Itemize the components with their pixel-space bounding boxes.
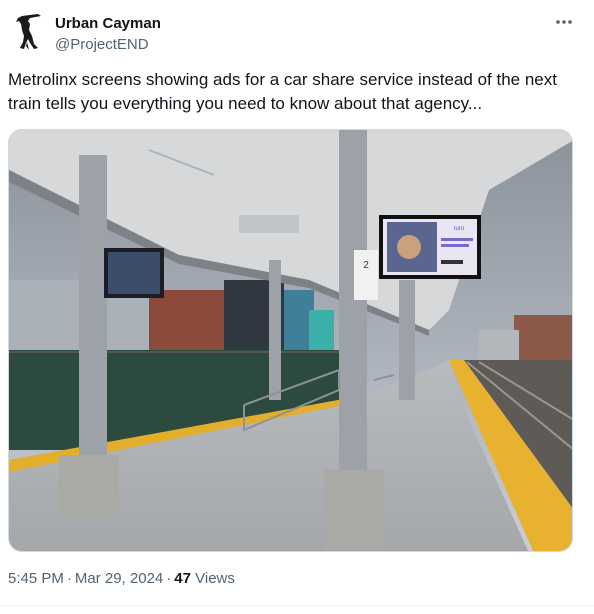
author-handle[interactable]: @ProjectEND (55, 36, 149, 53)
platform-sign-label: 2 (363, 260, 369, 271)
author-avatar[interactable] (8, 12, 48, 52)
tweet-card[interactable]: Urban Cayman @ProjectEND Metrolinx scree… (0, 0, 594, 614)
more-options-button[interactable] (554, 12, 574, 32)
brick-building (149, 290, 224, 360)
views-label: Views (195, 570, 235, 587)
views-count[interactable]: 47 (174, 570, 191, 587)
tweet-photo[interactable]: 2 turo (8, 129, 573, 552)
tweet-text: Metrolinx screens showing ads for a car … (8, 70, 557, 113)
pillar (79, 155, 107, 455)
tweet-meta: 5:45 PM · Mar 29, 2024 · 47 Views (8, 570, 235, 587)
more-options-icon (556, 20, 572, 24)
building-right (514, 315, 572, 360)
ad-brand-label: turo (454, 226, 465, 232)
alligator-silhouette-icon (8, 12, 48, 52)
station-platform-photo: 2 turo (9, 130, 572, 551)
platform-sign (354, 250, 378, 300)
meta-separator: · (166, 570, 172, 587)
divider (0, 605, 594, 606)
author-name[interactable]: Urban Cayman (55, 15, 161, 32)
tweet-date[interactable]: Mar 29, 2024 (75, 570, 163, 587)
tweet-time[interactable]: 5:45 PM (8, 570, 64, 587)
meta-separator: · (66, 570, 72, 587)
